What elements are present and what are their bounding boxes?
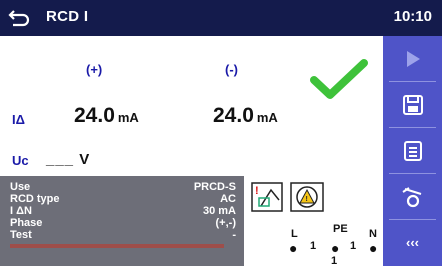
svg-text:!: ! — [255, 185, 259, 197]
param-row-phase: Phase (+,-) — [10, 217, 236, 229]
back-icon[interactable] — [8, 8, 30, 28]
param-row-use: Use PRCD-S — [10, 181, 236, 193]
title-bar: RCD I 10:10 — [0, 0, 442, 36]
param-row-limit-cutoff — [10, 244, 224, 248]
probe-icon — [401, 186, 421, 207]
more-icon: ‹‹‹ — [406, 235, 419, 250]
column-minus-header: (-) — [225, 62, 238, 77]
voltage-warning-icon: ! — [290, 182, 324, 212]
ia-minus-value: 24.0 mA — [213, 104, 278, 127]
save-button[interactable] — [383, 82, 442, 127]
param-row-rcd-type: RCD type AC — [10, 193, 236, 205]
warning-socket-icon: ! — [251, 182, 283, 212]
start-test-button[interactable] — [383, 36, 442, 81]
sidebar: ‹‹‹ — [383, 36, 442, 266]
parameters-list-button[interactable] — [383, 128, 442, 173]
pass-check-icon — [310, 59, 368, 99]
ia-label: IΔ — [12, 112, 25, 127]
parameters-panel[interactable]: Use PRCD-S RCD type AC I ΔN 30 mA Phase (+,-… — [0, 176, 244, 266]
ia-plus-value: 24.0 mA — [74, 104, 139, 127]
param-row-i-dn: I ΔN 30 mA — [10, 205, 236, 217]
column-plus-header: (+) — [86, 62, 103, 77]
more-options-button[interactable]: ‹‹‹ — [383, 220, 442, 265]
save-icon — [402, 94, 423, 115]
play-icon — [406, 50, 420, 67]
clock: 10:10 — [393, 8, 432, 25]
uc-label: Uc — [12, 153, 29, 168]
svg-text:!: ! — [306, 196, 308, 203]
param-row-test: Test - — [10, 229, 236, 241]
list-icon — [403, 140, 422, 161]
uc-value: ___ V — [46, 151, 91, 168]
probe-button[interactable] — [383, 174, 442, 219]
page-title: RCD I — [46, 8, 89, 25]
